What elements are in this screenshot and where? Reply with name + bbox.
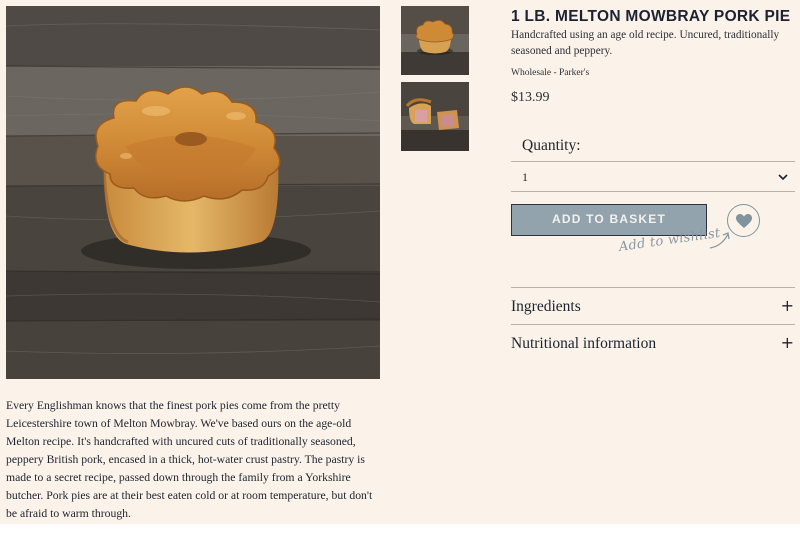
accordion-label: Ingredients [511,298,581,315]
quantity-select[interactable]: 1 [511,161,795,192]
product-title: 1 LB. MELTON MOWBRAY PORK PIE [511,8,791,25]
product-short-description: Handcrafted using an age old recipe. Unc… [511,29,780,57]
thumbnail-1[interactable] [401,6,469,75]
thumbnail-2[interactable] [401,82,469,151]
accordion-ingredients[interactable]: Ingredients + [511,287,795,323]
pork-pie-photo [6,6,380,379]
accordion-nutritional-information[interactable]: Nutritional information + [511,324,795,360]
product-long-description: Every Englishman knows that the finest p… [6,399,373,520]
product-vendor: Wholesale - Parker's [511,68,590,78]
plus-icon: + [780,296,794,315]
main-product-image [6,6,380,379]
accordion-label: Nutritional information [511,335,657,352]
sliced-pie-thumbnail [401,82,469,151]
product-price: $13.99 [511,90,550,105]
chevron-down-icon [778,174,788,181]
quantity-label: Quantity: [522,137,581,154]
plus-icon: + [780,333,794,352]
heart-icon [735,213,752,228]
quantity-value: 1 [522,170,528,184]
pork-pie-thumbnail [401,6,469,75]
product-page: 1 LB. MELTON MOWBRAY PORK PIE Handcrafte… [0,0,800,524]
